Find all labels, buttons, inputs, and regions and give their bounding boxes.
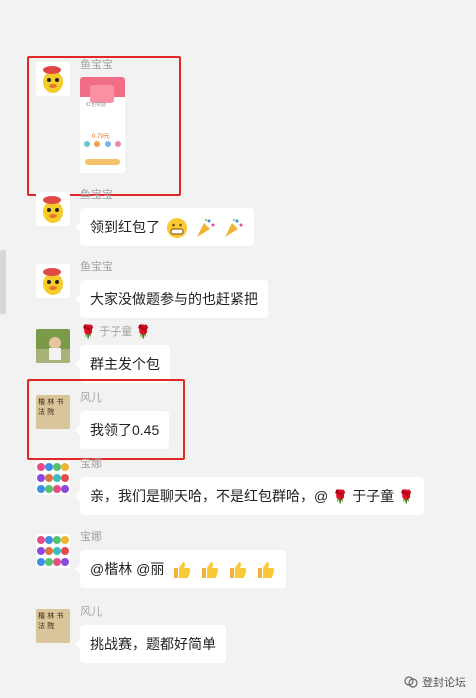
message-text: 领到红包了: [90, 219, 160, 235]
sender-name: 风儿: [80, 606, 102, 618]
message-bubble[interactable]: 领到红包了: [75, 208, 254, 246]
message-text: 挑战赛，题都好简单: [90, 636, 216, 652]
rose-icon: 🌹: [332, 489, 349, 505]
avatar-calligraphy: 楷 林 书 法 院: [38, 612, 64, 630]
thumbs-up-icon: [202, 562, 219, 579]
wechat-logo-icon: [404, 676, 418, 688]
message-text: @楷林 @丽: [90, 561, 165, 577]
rose-icon: 🌹: [80, 324, 97, 340]
message-bubble[interactable]: 亲，我们是聊天哈，不是红包群哈，@ 🌹 于子童 🌹: [74, 477, 425, 515]
highlight-box: [27, 379, 185, 460]
grin-emoji-icon: [166, 218, 187, 239]
thumbs-up-icon: [257, 562, 275, 579]
avatar-fenger[interactable]: 楷 林 书 法 院: [36, 609, 70, 643]
party-popper-icon: [224, 219, 243, 238]
avatar-yubaobao[interactable]: [36, 192, 70, 226]
party-popper-icon: [196, 219, 215, 238]
watermark: 登封论坛: [404, 674, 466, 690]
highlight-box: [27, 56, 181, 196]
mention-name[interactable]: 于子童: [352, 488, 394, 504]
rose-icon: 🌹: [135, 324, 152, 340]
avatar-baona[interactable]: [36, 461, 70, 495]
message-bubble[interactable]: 群主发个包: [75, 345, 170, 383]
sender-name: 🌹 于子童 🌹: [80, 324, 152, 340]
sender-name: 宝娜: [80, 531, 102, 543]
message-text: 群主发个包: [90, 356, 160, 372]
sender-name: 鱼宝宝: [80, 261, 113, 273]
sender-name: 鱼宝宝: [80, 189, 113, 201]
avatar-yuzitong[interactable]: [36, 329, 70, 363]
message-bubble[interactable]: @楷林 @丽: [75, 550, 286, 588]
message-bubble[interactable]: 挑战赛，题都好简单: [75, 625, 226, 663]
message-bubble[interactable]: 大家没做题参与的也赶紧把: [75, 280, 268, 318]
thumbs-up-icon: [174, 562, 191, 579]
scrollbar[interactable]: [0, 250, 6, 314]
thumbs-up-icon: [230, 562, 247, 579]
avatar-yubaobao[interactable]: [36, 264, 70, 298]
rose-icon: 🌹: [398, 489, 415, 505]
message-text: 大家没做题参与的也赶紧把: [90, 291, 258, 307]
message-text: 亲，我们是聊天哈，不是红包群哈，@: [90, 488, 329, 504]
sender-name: 宝娜: [80, 458, 102, 470]
avatar-baona[interactable]: [36, 534, 70, 568]
